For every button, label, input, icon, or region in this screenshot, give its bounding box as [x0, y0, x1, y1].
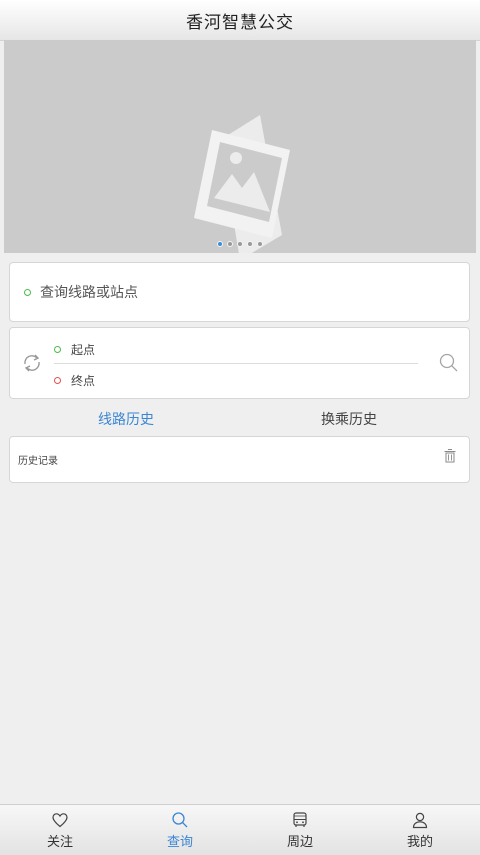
banner-carousel[interactable]	[4, 40, 476, 253]
bottom-navigation: 关注 查询 周边 我的	[0, 804, 480, 855]
history-record-label: 历史记录	[18, 456, 58, 467]
nav-query-label: 查询	[166, 835, 193, 850]
nav-nearby-label: 周边	[286, 835, 313, 850]
search-icon[interactable]	[439, 353, 459, 373]
heart-icon	[52, 813, 68, 828]
divider	[54, 363, 418, 364]
end-point-field[interactable]: 终点	[54, 372, 95, 389]
tab-line-history[interactable]: 线路历史	[98, 409, 154, 429]
carousel-dots	[4, 241, 476, 247]
history-record-card: 历史记录	[9, 436, 470, 483]
search-icon	[172, 812, 188, 828]
carousel-dot[interactable]	[237, 241, 243, 247]
swap-icon[interactable]	[21, 352, 43, 374]
search-placeholder: 查询线路或站点	[40, 285, 138, 301]
tab-transfer-history[interactable]: 换乘历史	[321, 409, 377, 429]
route-planner-card: 起点 终点	[9, 327, 470, 399]
carousel-dot[interactable]	[257, 241, 263, 247]
nav-follow[interactable]: 关注	[0, 805, 120, 855]
nav-mine[interactable]: 我的	[360, 805, 480, 855]
nav-mine-label: 我的	[406, 835, 433, 850]
user-icon	[412, 812, 428, 829]
nav-query[interactable]: 查询	[120, 805, 240, 855]
nav-nearby[interactable]: 周边	[240, 805, 360, 855]
green-circle-icon	[24, 288, 31, 296]
title-bar: 香河智慧公交	[0, 0, 480, 41]
carousel-dot[interactable]	[227, 241, 233, 247]
carousel-dot[interactable]	[247, 241, 253, 247]
start-point-field[interactable]: 起点	[54, 341, 95, 358]
trash-icon[interactable]	[444, 449, 456, 463]
image-placeholder-icon	[194, 115, 290, 253]
carousel-dot[interactable]	[217, 241, 223, 247]
green-circle-icon	[54, 346, 61, 353]
bus-icon	[293, 812, 307, 827]
history-tabs: 线路历史 换乘历史	[0, 404, 480, 432]
end-point-label: 终点	[71, 374, 96, 388]
red-circle-icon	[54, 377, 61, 384]
start-point-label: 起点	[71, 343, 96, 357]
nav-follow-label: 关注	[46, 835, 73, 850]
line-station-search-box[interactable]: 查询线路或站点	[9, 262, 470, 322]
page-title: 香河智慧公交	[186, 12, 294, 33]
